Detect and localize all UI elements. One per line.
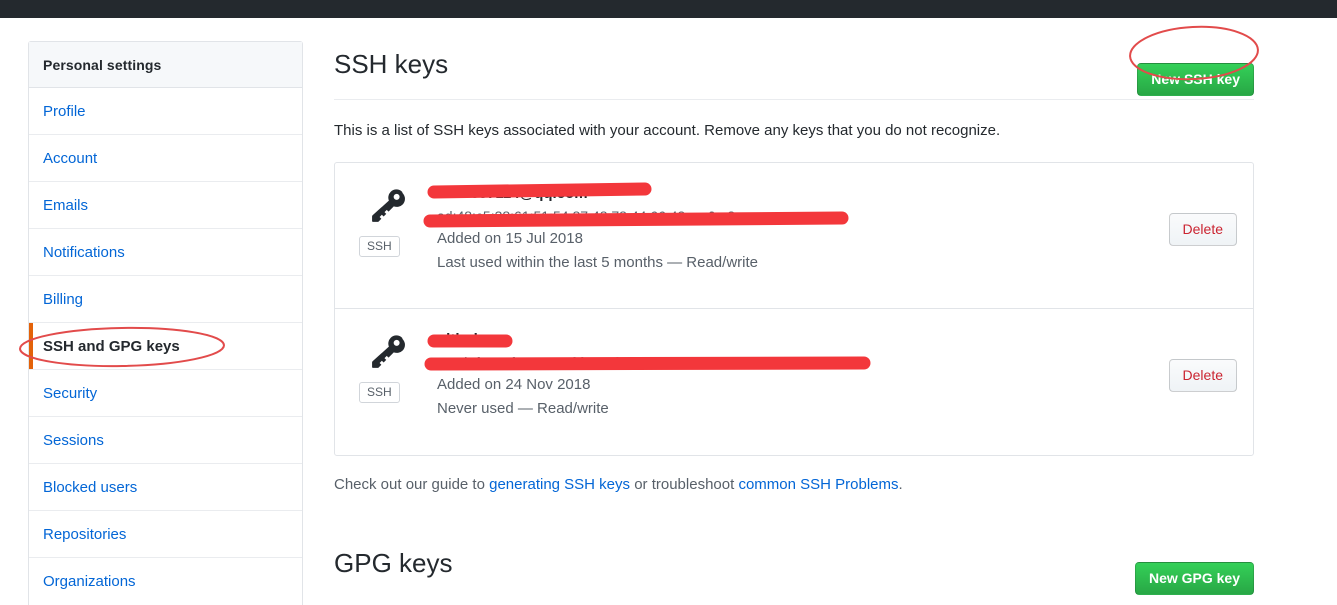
sidebar-item-label: Billing — [43, 291, 84, 308]
ssh-key-row: SSH github 39:8b:f1:22:f2:c3:c5:8f:f1:93… — [335, 309, 1253, 455]
common-ssh-problems-link[interactable]: common SSH Problems — [738, 476, 898, 493]
ssh-keys-main: SSH keys New SSH key This is a list of S… — [334, 41, 1254, 595]
page-title: SSH keys — [334, 49, 449, 79]
sidebar-item-label: Repositories — [43, 526, 127, 543]
sidebar-item-label: Emails — [43, 197, 89, 214]
sidebar-item-account[interactable]: Account — [29, 135, 302, 182]
sidebar-item-label: Security — [43, 385, 98, 402]
title-divider — [334, 99, 1254, 100]
settings-page: Personal settings Profile Account Emails… — [0, 18, 1337, 605]
sidebar-item-label: Sessions — [43, 432, 104, 449]
sidebar-item-notifications[interactable]: Notifications — [29, 229, 302, 276]
key-added-date: Added on 15 Jul 2018 — [437, 230, 583, 247]
ssh-keys-description: This is a list of SSH keys associated wi… — [334, 122, 1001, 139]
sidebar-item-billing[interactable]: Billing — [29, 276, 302, 323]
ssh-keys-list: SSH 1015657114@qq.com ad:48:c5:38:61:51:… — [334, 162, 1254, 456]
sidebar-item-label: Blocked users — [43, 479, 138, 496]
ssh-badge: SSH — [359, 236, 400, 257]
key-title: 1015657114@qq.com — [437, 185, 588, 202]
ssh-key-row: SSH 1015657114@qq.com ad:48:c5:38:61:51:… — [335, 163, 1253, 309]
key-icon — [367, 185, 437, 232]
sidebar-item-profile[interactable]: Profile — [29, 88, 302, 135]
key-badge-column: SSH — [355, 181, 437, 288]
ssh-badge: SSH — [359, 382, 400, 403]
sidebar-item-label: SSH and GPG keys — [43, 338, 180, 355]
key-title: github — [437, 331, 483, 348]
new-gpg-key-button[interactable]: New GPG key — [1134, 562, 1254, 595]
guide-suffix: . — [898, 476, 903, 493]
top-navbar — [0, 0, 1337, 18]
key-fingerprint: 39:8b:f1:22:f2:c3:c5:8f:f1:93:f6:b2:f4b:… — [437, 354, 853, 370]
ssh-guide-text: Check out our guide to generating SSH ke… — [334, 474, 1254, 496]
key-fingerprint: ad:48:c5:38:61:51:54:87:48:78:44:66:48:c… — [437, 208, 743, 224]
key-usage-info: Last used within the last 5 months — Rea… — [437, 254, 758, 271]
sidebar-item-ssh-and-gpg-keys[interactable]: SSH and GPG keys — [29, 323, 302, 370]
sidebar-item-label: Organizations — [43, 573, 136, 590]
sidebar-item-blocked-users[interactable]: Blocked users — [29, 464, 302, 511]
delete-key-button[interactable]: Delete — [1168, 213, 1237, 246]
sidebar-item-security[interactable]: Security — [29, 370, 302, 417]
ssh-keys-header: SSH keys New SSH key — [334, 41, 1254, 99]
generating-ssh-keys-link[interactable]: generating SSH keys — [489, 476, 630, 493]
sidebar-item-label: Account — [43, 150, 98, 167]
sidebar-item-label: Notifications — [43, 244, 125, 261]
guide-middle: or troubleshoot — [630, 476, 739, 493]
personal-settings-sidebar: Personal settings Profile Account Emails… — [28, 41, 303, 605]
gpg-keys-header: GPG keys New GPG key — [334, 540, 1254, 595]
new-ssh-key-button[interactable]: New SSH key — [1137, 63, 1254, 96]
key-badge-column: SSH — [355, 327, 437, 435]
key-info: github 39:8b:f1:22:f2:c3:c5:8f:f1:93:f6:… — [437, 327, 1237, 435]
sidebar-item-organizations[interactable]: Organizations — [29, 558, 302, 605]
guide-prefix: Check out our guide to — [334, 476, 490, 493]
gpg-page-title: GPG keys — [334, 548, 453, 578]
key-usage-info: Never used — Read/write — [437, 400, 609, 417]
key-added-date: Added on 24 Nov 2018 — [437, 376, 591, 393]
sidebar-header: Personal settings — [29, 42, 302, 88]
sidebar-item-label: Profile — [43, 103, 86, 120]
key-icon — [367, 331, 437, 378]
delete-key-button[interactable]: Delete — [1168, 359, 1237, 392]
sidebar-item-emails[interactable]: Emails — [29, 182, 302, 229]
sidebar-item-repositories[interactable]: Repositories — [29, 511, 302, 558]
sidebar-item-sessions[interactable]: Sessions — [29, 417, 302, 464]
key-info: 1015657114@qq.com ad:48:c5:38:61:51:54:8… — [437, 181, 1237, 288]
